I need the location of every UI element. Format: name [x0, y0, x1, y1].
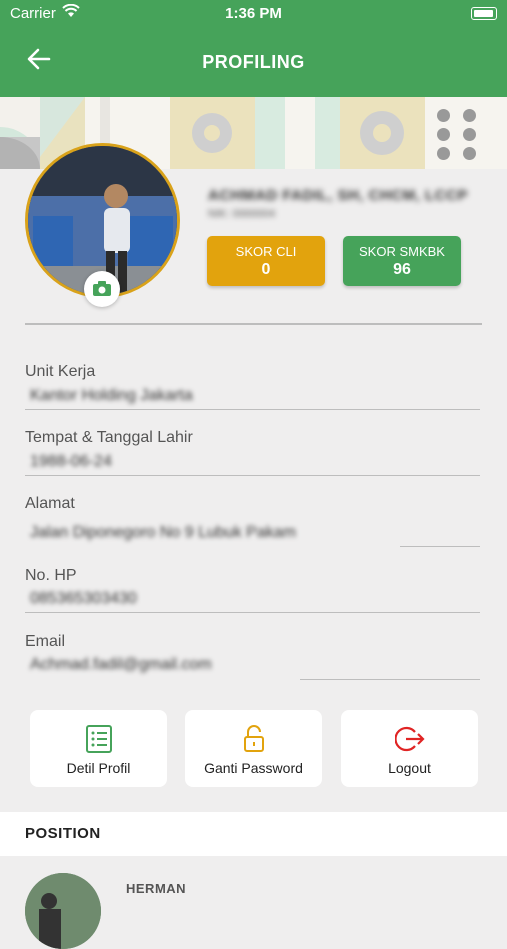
- detil-profil-label: Detil Profil: [66, 760, 131, 776]
- grid-dot: [463, 128, 476, 141]
- grid-dot: [463, 109, 476, 122]
- ttl-label: Tempat & Tanggal Lahir: [25, 429, 193, 446]
- score-cli-value: 0: [261, 261, 271, 278]
- score-smkbk-label: SKOR SMKBK: [359, 244, 445, 259]
- ganti-password-button[interactable]: Ganti Password: [185, 710, 322, 787]
- detil-profil-button[interactable]: Detil Profil: [30, 710, 167, 787]
- alamat-value: Jalan Diponegoro No 9 Lubuk Pakam: [30, 524, 296, 541]
- member-name: HERMAN: [126, 881, 187, 896]
- field-underline: [25, 409, 480, 410]
- nav-bar: PROFILING: [0, 26, 507, 97]
- hp-value: 085365303430: [30, 590, 137, 607]
- ganti-password-label: Ganti Password: [204, 760, 303, 776]
- ttl-value: 1988-06-24: [30, 453, 112, 470]
- member-avatar[interactable]: [25, 873, 101, 949]
- grid-dot: [437, 109, 450, 122]
- field-underline: [25, 475, 480, 476]
- status-bar: Carrier 1:36 PM: [0, 0, 507, 26]
- grid-dot: [437, 128, 450, 141]
- status-time: 1:36 PM: [225, 5, 282, 22]
- lock-open-icon: [243, 725, 264, 752]
- logout-icon: [394, 726, 425, 752]
- unit-kerja-value: Kantor Holding Jakarta: [30, 387, 193, 404]
- position-header: POSITION: [0, 812, 507, 856]
- hp-label: No. HP: [25, 567, 77, 584]
- camera-icon: [93, 281, 111, 296]
- score-smkbk-card: SKOR SMKBK 96: [343, 236, 461, 286]
- profile-name: ACHMAD FADIL, SH, CHCM, LCCP: [208, 187, 468, 204]
- profile-nik: NIK: 0000004: [208, 208, 276, 220]
- field-underline: [300, 679, 480, 680]
- battery-icon: [471, 7, 497, 20]
- logout-label: Logout: [388, 760, 431, 776]
- grid-menu-icon[interactable]: [433, 105, 493, 165]
- grid-dot: [463, 147, 476, 160]
- list-icon: [85, 725, 112, 753]
- grid-dot: [437, 147, 450, 160]
- alamat-label: Alamat: [25, 495, 75, 512]
- page-title: PROFILING: [202, 52, 305, 72]
- field-underline: [400, 546, 480, 547]
- section-divider: [25, 323, 482, 325]
- email-value: Achmad.fadil@gmail.com: [30, 656, 212, 673]
- email-label: Email: [25, 633, 66, 650]
- score-cli-card: SKOR CLI 0: [207, 236, 325, 286]
- unit-kerja-label: Unit Kerja: [25, 363, 96, 380]
- score-cli-label: SKOR CLI: [235, 244, 297, 259]
- camera-button[interactable]: [84, 271, 120, 307]
- logout-button[interactable]: Logout: [341, 710, 478, 787]
- score-smkbk-value: 96: [393, 261, 411, 278]
- field-underline: [25, 612, 480, 613]
- position-title: POSITION: [25, 825, 101, 842]
